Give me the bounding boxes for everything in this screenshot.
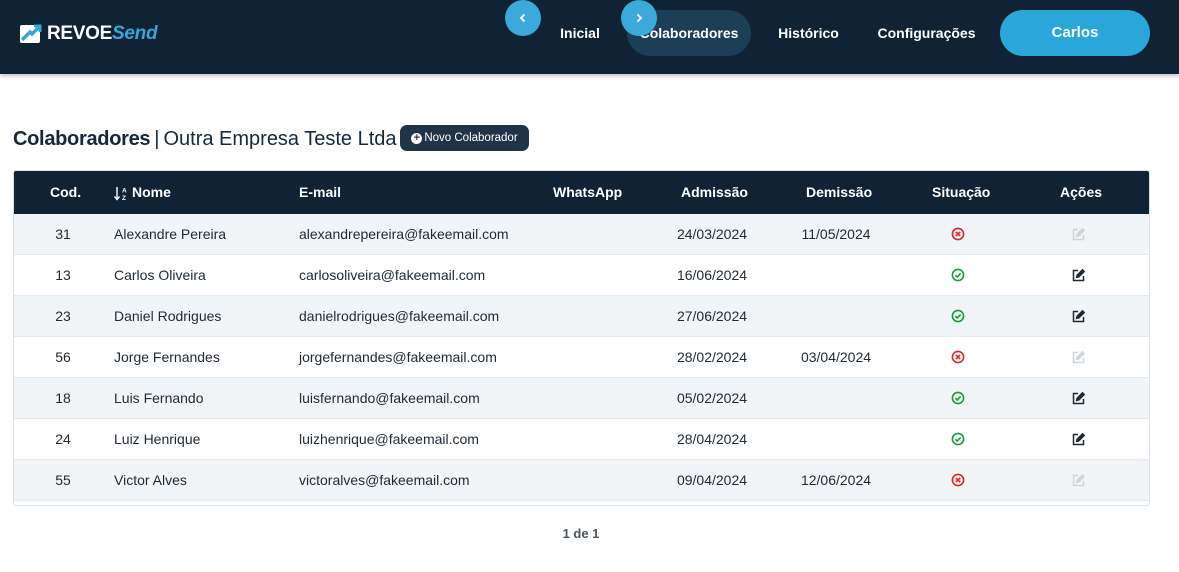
column-header-nome[interactable]: A Z Nome xyxy=(114,171,171,214)
column-header-situacao[interactable]: Situação xyxy=(932,171,990,214)
edit-icon xyxy=(1071,227,1087,243)
cell-demissao xyxy=(786,419,886,460)
brand-logo-icon xyxy=(20,24,42,43)
cell-nome: Luis Fernando xyxy=(114,390,204,406)
cell-admissao: 27/06/2024 xyxy=(676,308,748,324)
chevron-right-icon xyxy=(636,13,643,23)
cell-email: victoralves@fakeemail.com xyxy=(299,472,470,488)
new-collaborator-label: Novo Colaborador xyxy=(424,132,518,144)
cell-email: jorgefernandes@fakeemail.com xyxy=(299,349,497,365)
column-header-cod[interactable]: Cod. xyxy=(50,171,81,214)
cell-cod: 13 xyxy=(55,267,71,283)
svg-text:Z: Z xyxy=(122,195,126,201)
edit-icon xyxy=(1071,473,1087,489)
table-row: 24 Luiz Henrique luizhenrique@fakeemail.co… xyxy=(14,419,1149,460)
check-circle-icon xyxy=(951,268,967,284)
pagination-label: 1 de 1 xyxy=(562,526,600,541)
column-header-nome-label: Nome xyxy=(132,184,171,200)
cell-demissao: 11/05/2024 xyxy=(801,226,871,242)
column-header-email[interactable]: E-mail xyxy=(299,171,341,214)
new-collaborator-button[interactable]: + Novo Colaborador xyxy=(400,125,529,151)
edit-icon xyxy=(1071,350,1087,366)
check-circle-icon xyxy=(951,432,967,448)
edit-icon[interactable] xyxy=(1071,432,1087,448)
cell-admissao: 28/02/2024 xyxy=(676,349,748,365)
check-circle-icon xyxy=(951,391,967,407)
table-row: 56 Jorge Fernandes jorgefernandes@fakeemai… xyxy=(14,337,1149,378)
column-header-admissao[interactable]: Admissão xyxy=(681,171,748,214)
cell-admissao: 28/04/2024 xyxy=(676,431,748,447)
cell-cod: 56 xyxy=(55,349,71,365)
cell-email: danielrodrigues@fakeemail.com xyxy=(299,308,500,324)
cell-nome: Luiz Henrique xyxy=(114,431,201,447)
x-circle-icon xyxy=(951,350,967,366)
table-row: 13 Carlos Oliveira carlosoliveira@fakeemai… xyxy=(14,255,1149,296)
nav-item-configuracoes[interactable]: Configurações xyxy=(868,10,985,56)
table-row: 23 Daniel Rodrigues danielrodrigues@fakeem… xyxy=(14,296,1149,337)
table-header: Cod. A Z Nome E-mail WhatsApp Admissão D… xyxy=(14,171,1149,214)
cell-admissao: 09/04/2024 xyxy=(676,472,748,488)
sort-alpha-down-icon: A Z xyxy=(114,186,127,201)
check-circle-icon xyxy=(951,309,967,325)
collaborators-table: Cod. A Z Nome E-mail WhatsApp Admissão D… xyxy=(13,170,1150,506)
company-name: Outra Empresa Teste Ltda xyxy=(163,128,397,150)
cell-nome: Jorge Fernandes xyxy=(114,349,220,365)
cell-nome: Carlos Oliveira xyxy=(114,267,206,283)
x-circle-icon xyxy=(951,473,967,489)
cell-email: luisfernando@fakeemail.com xyxy=(299,390,480,406)
cell-admissao: 16/06/2024 xyxy=(676,267,748,283)
top-navbar: REVOESend Inicial Colaboradores Históric… xyxy=(0,0,1179,74)
plus-circle-icon: + xyxy=(411,132,423,144)
table-row: 31 Alexandre Pereira alexandrepereira@fake… xyxy=(14,214,1149,255)
cell-email: alexandrepereira@fakeemail.com xyxy=(299,226,509,242)
user-menu-button[interactable]: Carlos xyxy=(1000,10,1150,56)
page-heading: Colaboradores | Outra Empresa Teste Ltda xyxy=(13,127,397,151)
cell-demissao: 03/04/2024 xyxy=(800,349,872,365)
edit-icon[interactable] xyxy=(1071,309,1087,325)
x-circle-icon xyxy=(951,227,967,243)
chevron-left-icon xyxy=(519,13,526,23)
cell-nome: Daniel Rodrigues xyxy=(114,308,222,324)
column-header-acoes: Ações xyxy=(1060,184,1103,200)
edit-icon[interactable] xyxy=(1071,268,1087,284)
pagination-next-button[interactable] xyxy=(621,0,657,36)
page-title: Colaboradores xyxy=(13,128,151,150)
cell-email: carlosoliveira@fakeemail.com xyxy=(299,267,486,283)
heading-separator: | xyxy=(154,128,160,150)
edit-icon[interactable] xyxy=(1071,391,1087,407)
table-row: 55 Victor Alves victoralves@fakeemail.com 0… xyxy=(14,460,1149,501)
cell-demissao xyxy=(786,296,886,337)
svg-text:A: A xyxy=(122,187,127,194)
brand-logo-text: REVOESend xyxy=(47,23,158,44)
column-header-whatsapp[interactable]: WhatsApp xyxy=(553,171,622,214)
cell-admissao: 24/03/2024 xyxy=(676,226,748,242)
cell-cod: 31 xyxy=(55,226,71,242)
brand-logo[interactable]: REVOESend xyxy=(19,22,158,46)
nav-item-historico[interactable]: Histórico xyxy=(766,10,851,56)
cell-demissao: 12/06/2024 xyxy=(800,472,872,488)
table-row: 18 Luis Fernando luisfernando@fakeemail.co… xyxy=(14,378,1149,419)
column-header-demissao[interactable]: Demissão xyxy=(806,171,872,214)
cell-nome: Victor Alves xyxy=(114,472,187,488)
cell-cod: 18 xyxy=(55,390,71,406)
nav-item-inicial[interactable]: Inicial xyxy=(548,10,612,56)
cell-cod: 24 xyxy=(55,431,71,447)
cell-nome: Alexandre Pereira xyxy=(114,226,227,242)
cell-demissao xyxy=(786,255,886,296)
pagination-prev-button[interactable] xyxy=(505,0,541,36)
cell-cod: 55 xyxy=(55,472,71,488)
cell-email: luizhenrique@fakeemail.com xyxy=(299,431,479,447)
cell-demissao xyxy=(786,378,886,419)
cell-cod: 23 xyxy=(55,308,71,324)
cell-admissao: 05/02/2024 xyxy=(676,390,748,406)
